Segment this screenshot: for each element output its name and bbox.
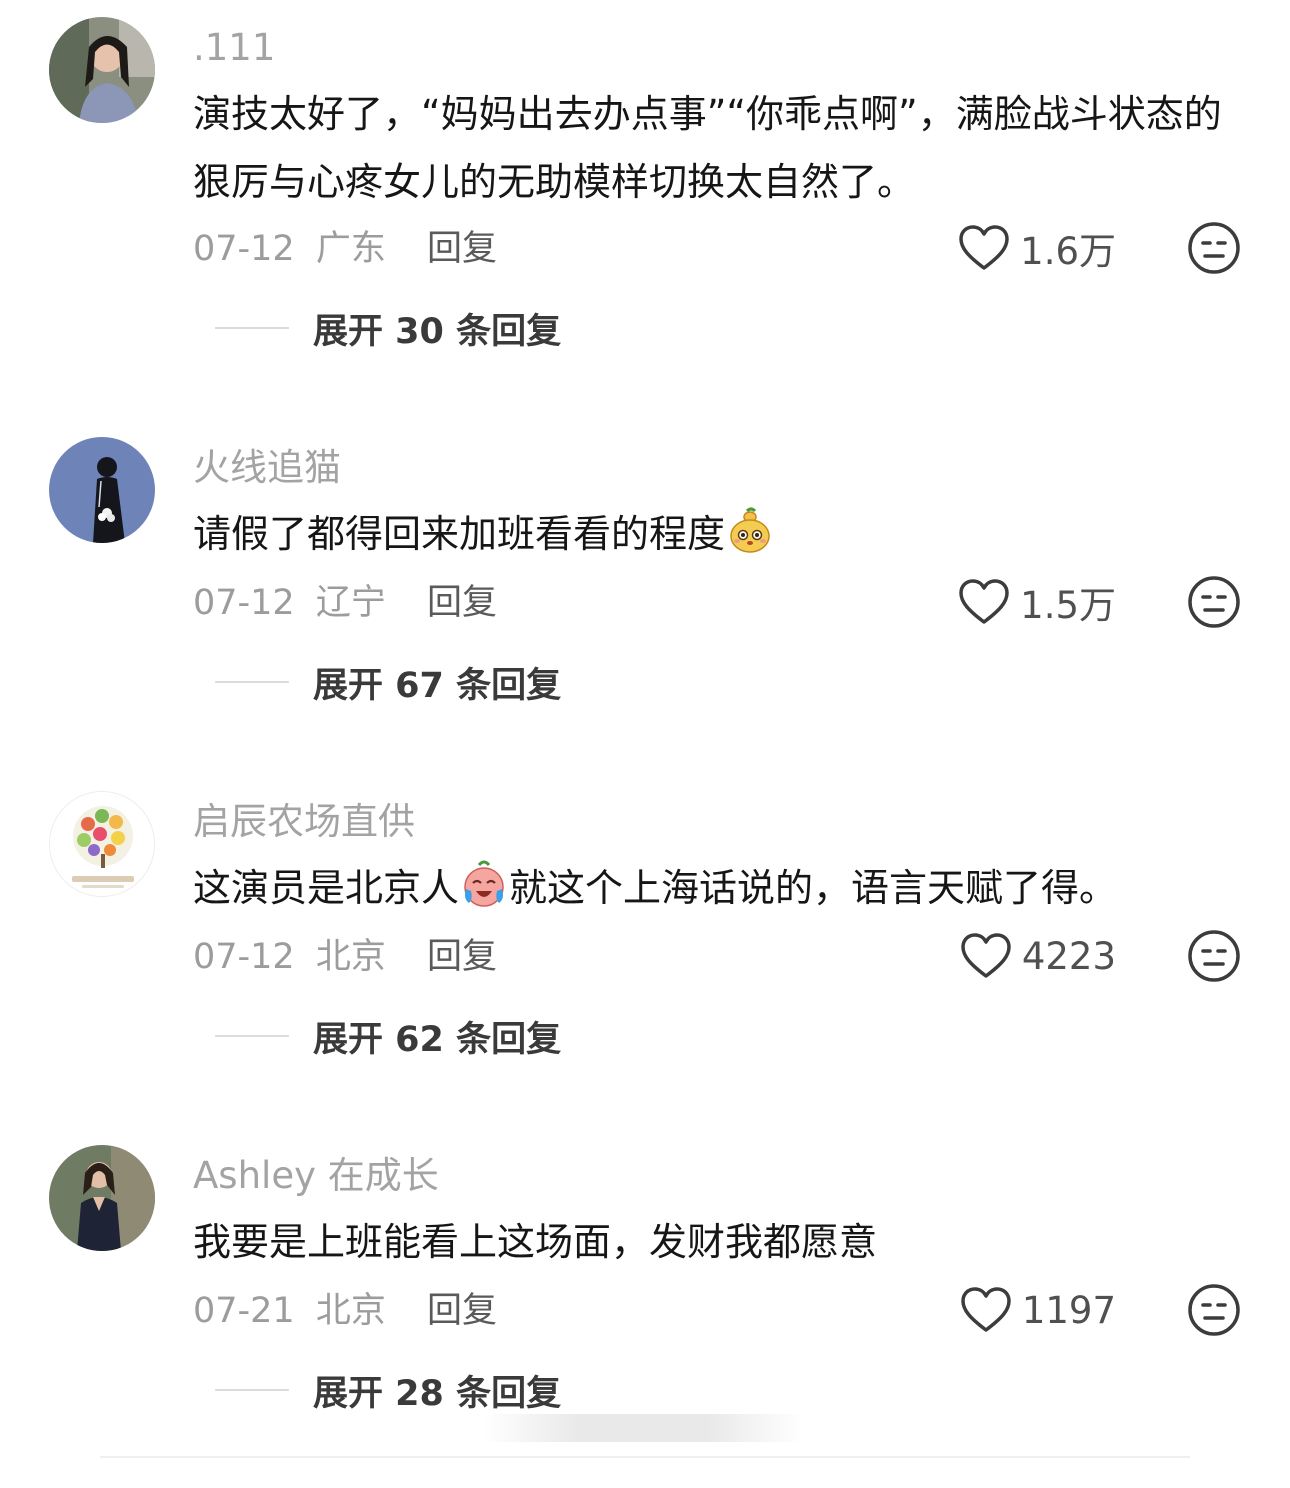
avatar[interactable] [49,17,155,123]
username[interactable]: .111 [193,26,275,70]
comment-location: 北京 [315,1291,386,1331]
meh-face-icon [1188,1284,1240,1336]
comment-location: 广东 [315,229,386,269]
comment-text: 请假了都得回来加班看看的程度 [193,500,1233,568]
comment-date: 07-21 [193,1291,295,1331]
comment-text-before: 这演员是北京人 [193,866,460,910]
comment-text-after: 就这个上海话说的，语言天赋了得。 [509,866,1118,910]
comment-date: 07-12 [193,229,295,269]
like-button[interactable]: 1.5万 [946,572,1116,632]
reply-button[interactable]: 回复 [427,937,497,977]
comment-text: 我要是上班能看上这场面，发财我都愿意 [193,1220,878,1264]
comment-item: 启辰农场直供 这演员是北京人 就这个上海话说的，语言天赋了得。 07-12 北京… [0,774,1290,1134]
avatar-photo-woman [49,1145,155,1251]
heart-outline-icon [959,225,1009,270]
expand-replies-label: 展开 28 条回复 [313,1373,562,1414]
comment-text: 这演员是北京人 就这个上海话说的，语言天赋了得。 [193,854,1233,922]
divider-line [215,1035,289,1037]
like-button[interactable]: 4223 [946,926,1116,986]
username[interactable]: 火线追猫 [193,446,341,490]
comment-location: 北京 [315,937,386,977]
dislike-button[interactable] [1186,574,1242,630]
comment-meta: 07-12 广东 回复 [193,220,497,300]
like-button[interactable]: 1197 [946,1280,1116,1340]
divider-line [215,327,289,329]
comment-meta: 07-12 北京 回复 [193,928,497,1008]
loading-placeholder [483,1414,803,1442]
like-count: 4223 [1021,934,1116,978]
comment-item: 火线追猫 请假了都得回来加班看看的程度 07-12 辽宁 回复 1.5万 展开 … [0,420,1290,780]
heart-outline-icon [961,933,1011,978]
comment-text: 演技太好了，“妈妈出去办点事”“你乖点啊”，满脸战斗状态的狠厉与心疼女儿的无助模… [193,92,1222,204]
like-count: 1.5万 [1020,584,1116,627]
reply-button[interactable]: 回复 [427,583,497,623]
expand-replies-button[interactable]: 展开 62 条回复 [215,1008,561,1064]
expand-replies-label: 展开 67 条回复 [313,665,562,706]
comment-text-content: 请假了都得回来加班看看的程度 [193,512,726,556]
meh-face-icon [1188,576,1240,628]
avatar-photo-woman [49,17,155,123]
avatar-farm-logo [50,792,154,896]
divider-line [215,1389,289,1391]
dislike-button[interactable] [1186,928,1242,984]
heart-outline-icon [959,579,1009,624]
expand-replies-label: 展开 62 条回复 [313,1019,562,1060]
divider-line [215,681,289,683]
expand-replies-button[interactable]: 展开 67 条回复 [215,654,561,710]
comment-meta: 07-21 北京 回复 [193,1282,497,1362]
comment-location: 辽宁 [315,583,386,623]
expand-replies-button[interactable]: 展开 30 条回复 [215,300,561,356]
crying-laugh-emoji [464,860,504,907]
like-count: 1197 [1021,1288,1116,1332]
avatar-illustration-woman [49,437,155,543]
gourd-face-emoji [730,507,770,553]
dislike-button[interactable] [1186,1282,1242,1338]
comment-date: 07-12 [193,583,295,623]
dislike-button[interactable] [1186,220,1242,276]
comment-date: 07-12 [193,937,295,977]
avatar[interactable] [49,437,155,543]
heart-outline-icon [961,1287,1011,1332]
meh-face-icon [1188,930,1240,982]
expand-replies-label: 展开 30 条回复 [313,311,562,352]
expand-replies-button[interactable]: 展开 28 条回复 [215,1362,561,1418]
reply-button[interactable]: 回复 [427,229,497,269]
avatar[interactable] [49,1145,155,1251]
reply-button[interactable]: 回复 [427,1291,497,1331]
username[interactable]: 启辰农场直供 [193,800,415,844]
like-button[interactable]: 1.6万 [946,218,1116,278]
avatar[interactable] [49,791,155,897]
meh-face-icon [1188,222,1240,274]
like-count: 1.6万 [1020,230,1116,273]
comment-meta: 07-12 辽宁 回复 [193,574,497,654]
comment-item: .111 演技太好了，“妈妈出去办点事”“你乖点啊”，满脸战斗状态的狠厉与心疼女… [0,0,1290,360]
username[interactable]: Ashley 在成长 [193,1154,439,1198]
bottom-divider [100,1456,1190,1458]
